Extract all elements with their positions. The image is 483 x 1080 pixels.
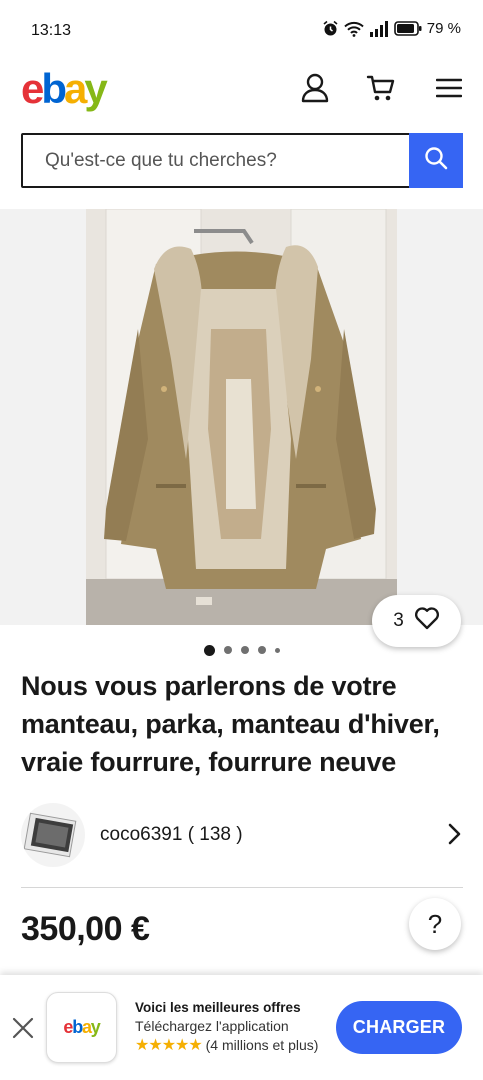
banner-text: Voici les meilleures offres Téléchargez … (135, 998, 330, 1055)
logo-letter-a: a (64, 65, 87, 112)
gallery-dot[interactable] (203, 644, 215, 656)
gallery-dot[interactable] (274, 647, 280, 653)
listing-title: Nous vous parlerons de votre manteau, pa… (21, 671, 440, 777)
status-bar: 13:13 79 % (0, 0, 483, 64)
banner-rating: ★★★★★ (4 millions et plus) (135, 1036, 330, 1055)
app-logo-e: e (63, 1017, 73, 1037)
menu-icon[interactable] (433, 72, 465, 104)
chevron-right-icon[interactable] (447, 823, 461, 850)
gallery-dot[interactable] (223, 646, 232, 654)
gallery-pagination (0, 643, 483, 657)
account-icon[interactable] (299, 72, 331, 104)
app-logo-a: a (81, 1017, 92, 1037)
app-logo-b: b (72, 1017, 83, 1037)
logo-letter-e: e (21, 65, 44, 112)
search-input[interactable] (23, 135, 409, 186)
image-gallery[interactable] (0, 209, 483, 625)
rating-count: (4 millions et plus) (205, 1037, 319, 1053)
ebay-logo[interactable]: ebay (21, 65, 108, 112)
gallery-dot[interactable] (240, 646, 249, 654)
search-button[interactable] (409, 133, 463, 188)
listing-price: 350,00 € (21, 910, 150, 948)
status-icons: 79 % (322, 20, 461, 37)
search-bar (21, 133, 463, 188)
seller-row[interactable]: coco6391 ( 138 ) (21, 801, 463, 869)
cart-icon[interactable] (365, 72, 397, 104)
product-photo[interactable] (86, 209, 397, 625)
logo-letter-y: y (84, 65, 107, 112)
signal-icon (369, 20, 389, 37)
alarm-icon (322, 20, 339, 37)
help-label: ? (427, 908, 443, 939)
seller-avatar (21, 803, 85, 867)
section-divider (21, 887, 463, 888)
banner-title: Voici les meilleures offres (135, 1000, 301, 1015)
battery-percent: 79 % (426, 20, 461, 37)
status-time: 13:13 (31, 22, 72, 39)
close-icon[interactable] (11, 1016, 35, 1040)
app-header: ebay (0, 64, 483, 122)
help-button[interactable]: ? (409, 898, 461, 950)
search-icon (424, 146, 448, 175)
ebay-app-icon: ebay (46, 992, 117, 1063)
star-rating-icon: ★★★★★ (135, 1037, 203, 1054)
gallery-dot[interactable] (257, 646, 266, 654)
watch-button[interactable]: 3 (372, 595, 461, 647)
heart-icon (414, 606, 440, 636)
wifi-icon (344, 21, 364, 37)
logo-letter-b: b (41, 65, 67, 112)
banner-subtitle: Téléchargez l'application (135, 1018, 289, 1034)
battery-icon (393, 21, 422, 36)
seller-name[interactable]: coco6391 ( 138 ) (100, 824, 243, 846)
seller-feedback: ( 138 ) (187, 824, 243, 845)
watch-count: 3 (393, 610, 404, 631)
install-app-button[interactable]: CHARGER (336, 1001, 462, 1054)
seller-username: coco6391 (100, 824, 183, 845)
app-logo-y: y (90, 1017, 101, 1037)
